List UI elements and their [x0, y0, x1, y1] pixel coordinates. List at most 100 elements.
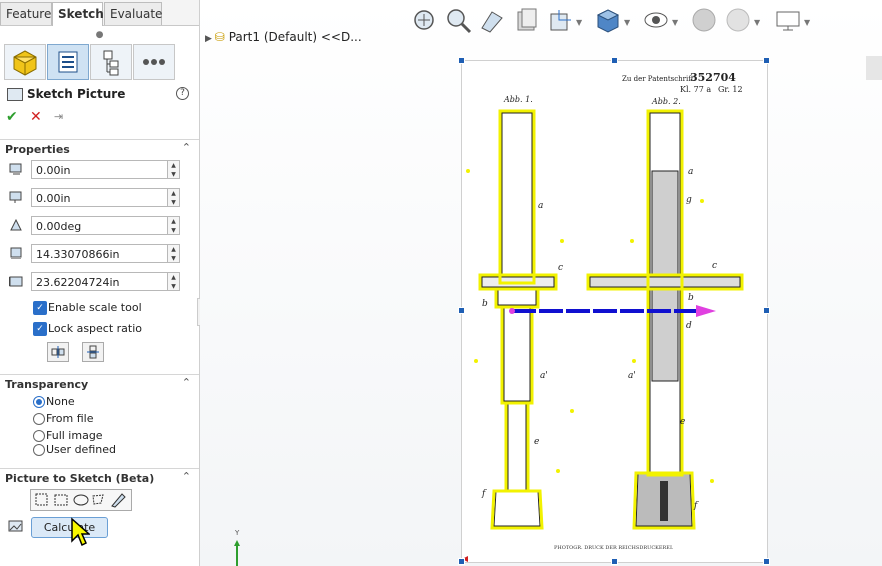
- manager-icon-row: [0, 44, 199, 80]
- resize-handle[interactable]: [763, 307, 770, 314]
- cancel-icon[interactable]: ✕: [30, 109, 42, 125]
- chevron-down-icon[interactable]: ▼: [624, 18, 630, 27]
- display-style-icon[interactable]: [594, 6, 622, 34]
- chevron-up-icon: ⌃: [181, 470, 191, 483]
- y-position-row: 0.00in ▲ ▼: [0, 187, 199, 209]
- resize-handle[interactable]: [458, 558, 465, 565]
- enable-scale-tool-label: Enable scale tool: [48, 301, 142, 314]
- fig1-label-a-prime: a': [540, 371, 548, 381]
- patent-drawing: [462, 109, 744, 562]
- configuration-manager-icon[interactable]: [90, 44, 132, 80]
- width-field[interactable]: 14.33070866in: [31, 244, 168, 263]
- resize-handle[interactable]: [458, 57, 465, 64]
- lock-aspect-ratio-checkbox[interactable]: ✓: [33, 322, 47, 336]
- sketch-picture[interactable]: Zu der Patentschrift 352704 Kl. 77 a Gr.…: [461, 60, 768, 563]
- property-manager-icon[interactable]: [47, 44, 89, 80]
- height-spinner[interactable]: ▲ ▼: [168, 272, 180, 291]
- zoom-to-area-icon[interactable]: [444, 6, 472, 34]
- angle-field[interactable]: 0.00deg: [31, 216, 168, 235]
- properties-section-header[interactable]: Properties ⌃: [0, 139, 199, 158]
- patent-footer: PHOTOGR. DRUCK DER REICHSDRUCKEREI.: [554, 545, 674, 551]
- command-manager-tabs: Features Sketch Evaluate: [0, 0, 199, 26]
- previous-view-icon[interactable]: [478, 6, 506, 34]
- resize-handle[interactable]: [611, 558, 618, 565]
- part-icon: ⛁: [214, 30, 225, 44]
- expand-arrow-icon[interactable]: ▶: [205, 34, 215, 44]
- angle-icon: [10, 219, 22, 231]
- hide-show-items-icon[interactable]: [642, 6, 670, 34]
- resize-handle[interactable]: [763, 57, 770, 64]
- chevron-down-icon[interactable]: ▼: [576, 18, 582, 27]
- flip-horizontal-icon: [51, 346, 65, 358]
- selection-tools-group: [30, 489, 132, 511]
- view-orientation-icon[interactable]: [546, 6, 574, 34]
- chevron-up-icon: ⌃: [181, 141, 191, 154]
- direction-arrow-head: [696, 305, 716, 317]
- ok-icon[interactable]: ✔: [6, 109, 18, 125]
- zoom-to-fit-icon[interactable]: [410, 6, 438, 34]
- chevron-down-icon[interactable]: ▼: [754, 18, 760, 27]
- triad-icon: [234, 540, 240, 566]
- rect-select-icon: [54, 494, 68, 506]
- figure-2-part: [586, 109, 744, 530]
- lock-aspect-ratio-label: Lock aspect ratio: [48, 322, 143, 335]
- y-position-field[interactable]: 0.00in: [31, 188, 168, 207]
- transparency-section-header[interactable]: Transparency ⌃: [0, 374, 199, 393]
- fig1-label-b: b: [482, 299, 488, 309]
- resize-handle[interactable]: [611, 57, 618, 64]
- apply-scene-icon[interactable]: [724, 6, 752, 34]
- fig1-label-a: a: [538, 201, 544, 211]
- transparency-user-defined-label: User defined: [46, 443, 116, 456]
- task-pane-tab[interactable]: [866, 56, 882, 80]
- feature-tree-flyout[interactable]: ▶ ⛁ Part1 (Default) <<D...: [205, 30, 362, 44]
- picture-icon: [8, 520, 23, 532]
- tab-sketch[interactable]: Sketch: [52, 2, 104, 26]
- chevron-down-icon[interactable]: ▼: [804, 18, 810, 27]
- width-spinner[interactable]: ▲ ▼: [168, 244, 180, 263]
- fig2-label-a-prime: a': [628, 371, 636, 381]
- fig2-label-g: g: [686, 195, 692, 205]
- transparency-from-file-label: From file: [46, 412, 94, 425]
- more-icon[interactable]: [133, 44, 175, 80]
- transparency-full-image-radio[interactable]: [33, 430, 45, 442]
- pin-icon[interactable]: ⇥: [54, 109, 63, 125]
- flip-vertical-button[interactable]: [82, 342, 104, 362]
- tab-evaluate[interactable]: Evaluate: [104, 2, 162, 25]
- part-name: Part1 (Default) <<D...: [228, 30, 362, 44]
- width-icon: [10, 247, 22, 259]
- x-position-field[interactable]: 0.00in: [31, 160, 168, 179]
- transparency-user-defined-radio[interactable]: [33, 444, 45, 456]
- resize-handle[interactable]: [763, 558, 770, 565]
- flip-vertical-icon: [87, 345, 99, 359]
- resize-handle[interactable]: [458, 307, 465, 314]
- height-icon: [9, 276, 23, 287]
- y-position-icon: [9, 191, 22, 203]
- view-settings-icon[interactable]: [774, 6, 802, 34]
- feature-manager-icon[interactable]: [4, 44, 46, 80]
- transparency-full-image-label: Full image: [46, 429, 103, 442]
- tab-features[interactable]: Features: [0, 2, 58, 25]
- height-field[interactable]: 23.62204724in: [31, 272, 168, 291]
- enable-scale-tool-checkbox[interactable]: ✓: [33, 301, 47, 315]
- chevron-down-icon[interactable]: ▼: [672, 18, 678, 27]
- mouse-cursor-icon: [71, 517, 90, 547]
- edit-appearance-icon[interactable]: [690, 6, 718, 34]
- triad-y-label: Y: [235, 529, 240, 537]
- fig1-label-e: e: [534, 437, 540, 447]
- width-row: 14.33070866in ▲ ▼: [0, 243, 199, 265]
- transparency-none-radio[interactable]: [33, 396, 45, 408]
- flip-horizontal-button[interactable]: [47, 342, 69, 362]
- property-manager-panel: Features Sketch Evaluate ● Sketch Pictur…: [0, 0, 200, 566]
- chevron-up-icon: ⌃: [181, 376, 191, 389]
- picture-to-sketch-section-header[interactable]: Picture to Sketch (Beta) ⌃: [0, 468, 199, 487]
- transparency-from-file-radio[interactable]: [33, 413, 45, 425]
- fig2-label-a: a: [688, 167, 694, 177]
- polygon-lasso-icon: [92, 494, 104, 505]
- help-icon[interactable]: ?: [176, 87, 189, 100]
- angle-spinner[interactable]: ▲ ▼: [168, 216, 180, 235]
- section-view-icon[interactable]: [512, 6, 540, 34]
- collapse-handle[interactable]: ●: [0, 26, 199, 44]
- figure-1-part: [478, 109, 558, 530]
- y-position-spinner[interactable]: ▲ ▼: [168, 188, 180, 207]
- x-position-spinner[interactable]: ▲ ▼: [168, 160, 180, 179]
